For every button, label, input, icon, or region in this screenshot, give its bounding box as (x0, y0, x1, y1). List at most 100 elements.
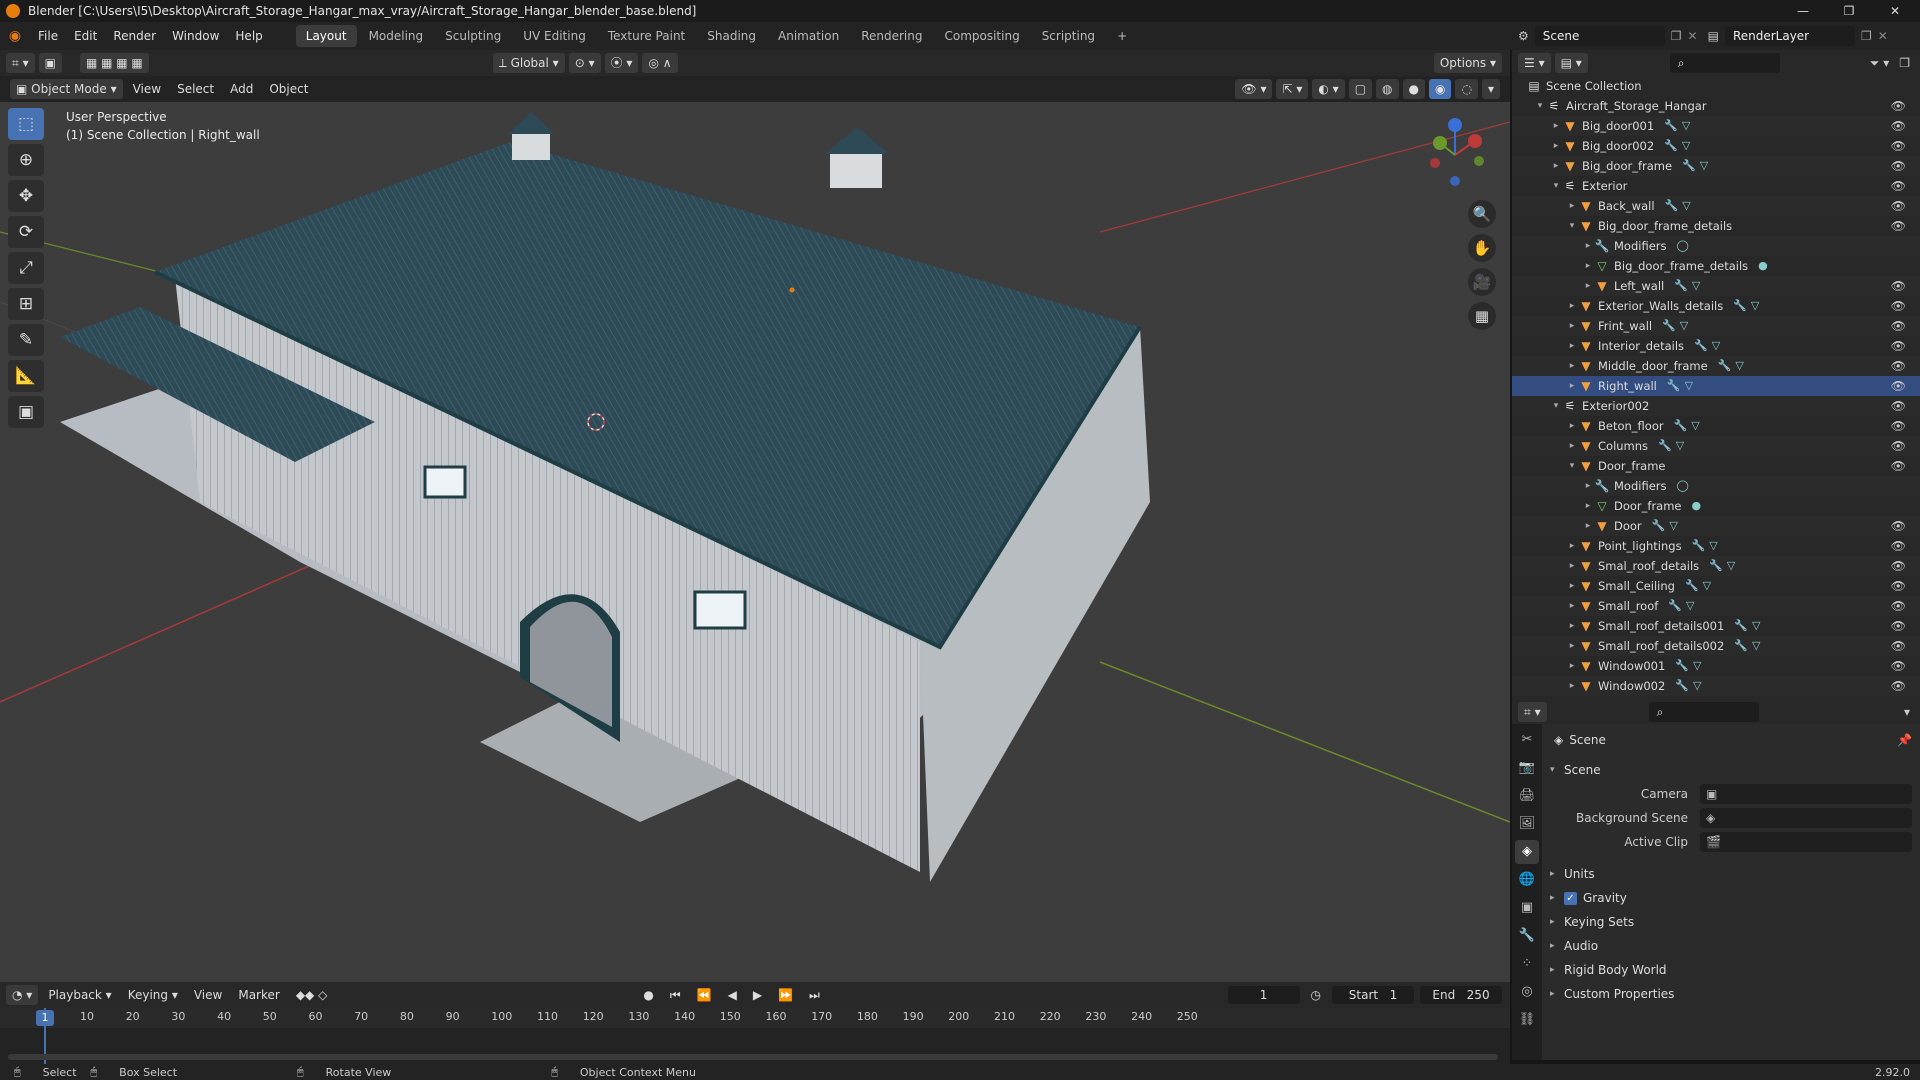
expand-toggle-icon[interactable]: ▸ (1566, 576, 1578, 596)
keying-menu[interactable]: Keying ▾ (122, 986, 184, 1004)
scene-panel-header[interactable]: ▾ Scene (1550, 758, 1912, 782)
outliner-item[interactable]: ▸ 🔧 Modifiers ◯ (1512, 476, 1920, 496)
expand-toggle-icon[interactable]: ▸ (1566, 296, 1578, 316)
expand-toggle-icon[interactable]: ▸ (1566, 316, 1578, 336)
expand-toggle-icon[interactable]: ▸ (1566, 376, 1578, 396)
playhead-indicator[interactable]: 1 (36, 1010, 54, 1026)
modifier-data-icons[interactable]: 🔧▽ (1662, 316, 1692, 336)
modifier-data-icons[interactable]: 🔧▽ (1733, 296, 1763, 316)
transform-orientation-dropdown[interactable]: ⟂ Global ▾ (492, 53, 565, 73)
visibility-eye-icon[interactable]: 👁 (1891, 636, 1906, 656)
outliner-item[interactable]: ▸ ▼ Back_wall 🔧▽ 👁 (1512, 196, 1920, 216)
outliner-item[interactable]: ▾ ▼ Door_frame 👁 (1512, 456, 1920, 476)
tab-rendering[interactable]: Rendering (851, 25, 932, 47)
units-panel-header[interactable]: ▸ Units (1550, 862, 1912, 886)
timeline-view-menu[interactable]: View (188, 986, 228, 1004)
navigation-gizmo[interactable] (1415, 115, 1495, 195)
outliner-editor-type-button[interactable]: ☰ ▾ (1518, 53, 1551, 73)
object-tab-icon[interactable]: ▣ (1515, 896, 1539, 920)
play-icon[interactable]: ▶ (747, 986, 768, 1004)
xray-toggle[interactable]: ▢ (1348, 79, 1373, 99)
pivot-point-dropdown[interactable]: ⊙ ▾ (568, 53, 601, 73)
selection-mode-buttons[interactable]: ▦ ▦ ▦ ▦ (79, 53, 149, 73)
perspective-toggle-icon[interactable]: ▦ (1468, 302, 1496, 330)
expand-toggle-icon[interactable]: ▸ (1566, 356, 1578, 376)
visibility-eye-icon[interactable]: 👁 (1891, 116, 1906, 136)
outliner-item[interactable]: ▸ ▽ Big_door_frame_details ● (1512, 256, 1920, 276)
modifier-data-icons[interactable]: ● (1758, 256, 1772, 276)
visibility-eye-icon[interactable]: 👁 (1891, 656, 1906, 676)
modifier-data-icons[interactable]: 🔧▽ (1682, 156, 1712, 176)
expand-toggle-icon[interactable]: ▸ (1566, 636, 1578, 656)
expand-toggle-icon[interactable]: ▸ (1582, 496, 1594, 516)
rigid-body-world-panel-header[interactable]: ▸ Rigid Body World (1550, 958, 1912, 982)
mode-dropdown[interactable]: ▣ Object Mode ▾ (10, 79, 123, 99)
outliner-item[interactable]: ▸ ▼ Smal_roof_details 🔧▽ 👁 (1512, 556, 1920, 576)
outliner-item[interactable]: ▸ ▼ Point_lightings 🔧▽ 👁 (1512, 536, 1920, 556)
outliner-item[interactable]: ▾ ⚟ Exterior002 👁 (1512, 396, 1920, 416)
shading-rendered-button[interactable]: ◌ (1455, 79, 1478, 99)
expand-toggle-icon[interactable]: ▸ (1582, 516, 1594, 536)
modifier-data-icons[interactable]: 🔧▽ (1675, 656, 1705, 676)
expand-toggle-icon[interactable]: ▸ (1582, 256, 1594, 276)
modifier-data-icons[interactable]: 🔧▽ (1658, 436, 1688, 456)
properties-search-input[interactable]: ⌕ (1648, 702, 1759, 722)
jump-start-icon[interactable]: ⏮ (664, 986, 687, 1004)
delete-layer-icon[interactable]: ✕ (1878, 29, 1888, 43)
play-reverse-icon[interactable]: ◀ (722, 986, 743, 1004)
outliner-item[interactable]: ▸ ▼ Small_roof_details002 🔧▽ 👁 (1512, 636, 1920, 656)
new-scene-icon[interactable]: ❐ (1671, 29, 1682, 43)
gizmo-toggle[interactable]: ⇱ ▾ (1276, 79, 1309, 99)
tool-tab-icon[interactable]: ✂ (1515, 728, 1539, 752)
outliner-item[interactable]: ▸ ▼ Small_Ceiling 🔧▽ 👁 (1512, 576, 1920, 596)
outliner-item[interactable]: ▸ ▼ Middle_door_frame 🔧▽ 👁 (1512, 356, 1920, 376)
jump-end-icon[interactable]: ⏭ (803, 986, 826, 1004)
modifier-data-icons[interactable]: 🔧▽ (1652, 516, 1682, 536)
visibility-eye-icon[interactable]: 👁 (1891, 296, 1906, 316)
snap-toggle[interactable]: ⦿ ▾ (604, 53, 639, 73)
outliner-item[interactable]: ▸ ▼ Window002 🔧▽ 👁 (1512, 676, 1920, 696)
options-dropdown[interactable]: Options ▾ (1433, 53, 1502, 73)
marker-menu[interactable]: Marker (232, 986, 285, 1004)
visibility-eye-icon[interactable]: 👁 (1891, 276, 1906, 296)
prev-keyframe-icon[interactable]: ⏪ (691, 986, 718, 1004)
timeline-editor-type-button[interactable]: ◔ ▾ (6, 985, 39, 1005)
expand-toggle-icon[interactable]: ▾ (1550, 176, 1562, 196)
properties-editor-type-button[interactable]: ⌗ ▾ (1518, 702, 1547, 722)
menu-window[interactable]: Window (164, 22, 227, 50)
visibility-eye-icon[interactable]: 👁 (1891, 316, 1906, 336)
visibility-eye-icon[interactable]: 👁 (1891, 396, 1906, 416)
z-axis-icon[interactable] (1448, 118, 1462, 132)
close-button[interactable]: ✕ (1872, 0, 1918, 22)
keying-sets-panel-header[interactable]: ▸ Keying Sets (1550, 910, 1912, 934)
expand-toggle-icon[interactable]: ▸ (1566, 616, 1578, 636)
select-box-tool-icon[interactable]: ⬚ (8, 108, 44, 140)
preview-range-icon[interactable]: ◷ (1305, 986, 1327, 1004)
overlay-toggle[interactable]: ◐ ▾ (1312, 79, 1345, 99)
particles-tab-icon[interactable]: ⁘ (1515, 952, 1539, 976)
world-tab-icon[interactable]: 🌐 (1515, 868, 1539, 892)
visibility-eye-icon[interactable]: 👁 (1891, 336, 1906, 356)
shading-wireframe-button[interactable]: ◍ (1376, 79, 1399, 99)
shading-material-button[interactable]: ◉ (1429, 79, 1452, 99)
outliner-item[interactable]: ▸ ▼ Beton_floor 🔧▽ 👁 (1512, 416, 1920, 436)
editor-type-button[interactable]: ⌗ ▾ (6, 53, 35, 73)
visibility-eye-icon[interactable]: 👁 (1891, 436, 1906, 456)
new-collection-icon[interactable]: ❐ (1899, 56, 1910, 70)
outliner-item[interactable]: ▸ ▼ Interior_details 🔧▽ 👁 (1512, 336, 1920, 356)
modifier-data-icons[interactable]: ◯ (1677, 236, 1693, 256)
display-mode-dropdown[interactable]: ▤ ▾ (1554, 53, 1588, 73)
modifier-data-icons[interactable]: 🔧▽ (1665, 196, 1695, 216)
visibility-eye-icon[interactable]: 👁 (1891, 96, 1906, 116)
menu-edit[interactable]: Edit (66, 22, 105, 50)
tab-shading[interactable]: Shading (697, 25, 766, 47)
modifier-data-icons[interactable]: 🔧▽ (1692, 536, 1722, 556)
y-axis-icon[interactable] (1433, 136, 1447, 150)
render-layer-field[interactable]: RenderLayer (1724, 26, 1855, 46)
visibility-eye-icon[interactable]: 👁 (1891, 616, 1906, 636)
expand-toggle-icon[interactable]: ▾ (1566, 216, 1578, 236)
visibility-eye-icon[interactable]: 👁 (1891, 456, 1906, 476)
scene-tab-icon[interactable]: ◈ (1515, 840, 1539, 864)
outliner-item[interactable]: ▸ ▽ Door_frame ● (1512, 496, 1920, 516)
modifier-data-icons[interactable]: 🔧▽ (1734, 616, 1764, 636)
